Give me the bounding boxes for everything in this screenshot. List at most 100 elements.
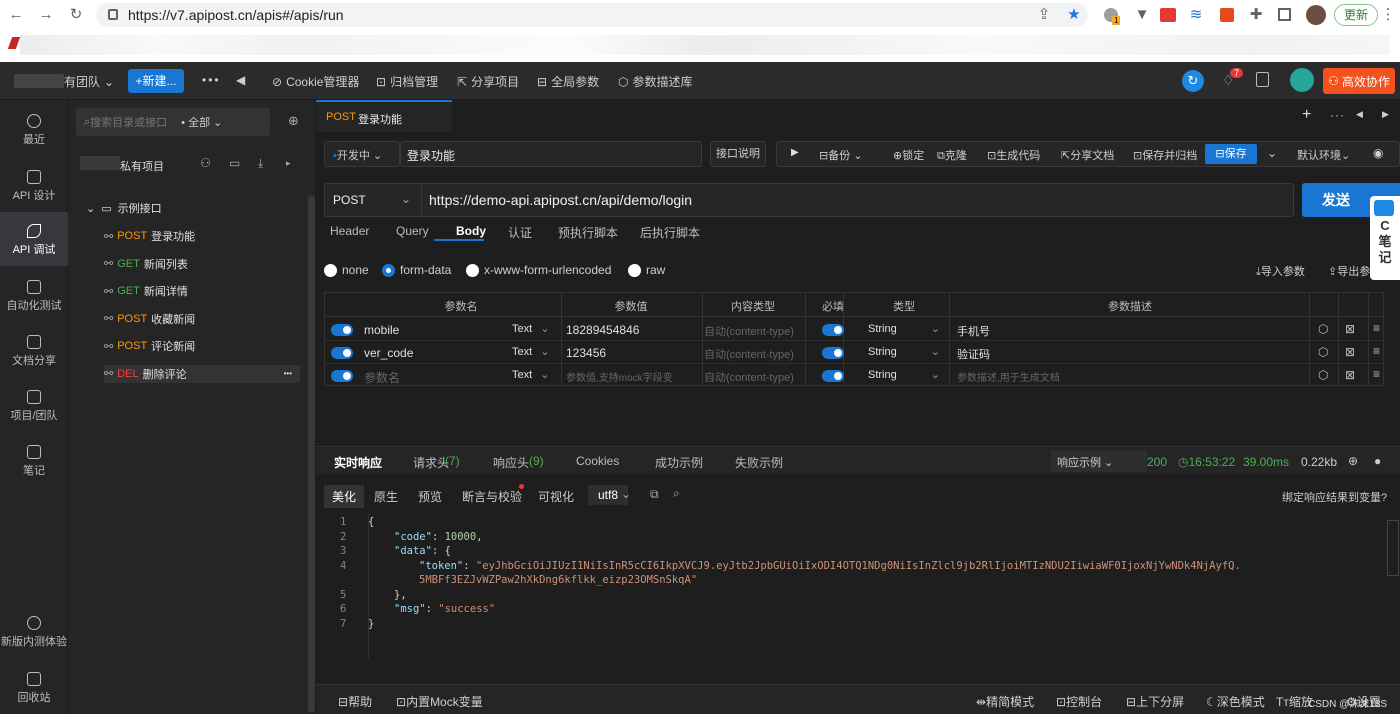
save-button[interactable]: ⊟保存	[1205, 144, 1257, 164]
tree-item[interactable]: ⚯ POST 登录功能	[104, 227, 300, 245]
info-icon[interactable]: ●	[1374, 454, 1381, 468]
reload-icon[interactable]: ↻	[68, 7, 84, 23]
request-tab[interactable]: 后执行脚本	[640, 224, 700, 241]
gen-code-button[interactable]: ⊡生成代码	[987, 147, 1040, 163]
param-name-input[interactable]: 参数名	[364, 369, 400, 386]
status-select[interactable]: •开发中 ⌄	[324, 141, 400, 167]
eye-icon[interactable]: ◉	[1373, 146, 1383, 160]
request-tab[interactable]: 预执行脚本	[558, 224, 618, 241]
response-tab[interactable]: Cookies	[576, 454, 619, 468]
split-button[interactable]: ⊟上下分屏	[1126, 693, 1184, 710]
tab-login[interactable]: POST 登录功能	[316, 100, 452, 132]
search-icon[interactable]: ⌕	[673, 486, 680, 501]
run-icon[interactable]: ▶	[791, 147, 799, 158]
profile-avatar[interactable]	[1306, 5, 1326, 25]
trash-icon[interactable]: ⊠	[1345, 322, 1355, 336]
address-bar[interactable]: https://v7.apipost.cn/apis#/apis/run	[96, 3, 1088, 27]
param-desc-input[interactable]: 验证码	[957, 346, 990, 362]
required-toggle[interactable]	[822, 324, 844, 336]
response-view-tab[interactable]: 原生	[368, 485, 404, 508]
folder-row[interactable]: ⌄ ▭ 示例接口	[86, 200, 162, 216]
field-type-select[interactable]: Text ⌄	[512, 345, 549, 358]
code-scrollbar[interactable]	[1387, 520, 1399, 576]
precise-mode-button[interactable]: ⇹精简模式	[976, 693, 1034, 710]
response-tab[interactable]: 实时响应	[334, 454, 382, 471]
layers-extension-icon[interactable]: ≋	[1188, 7, 1204, 23]
console-button[interactable]: ⊡控制台	[1056, 693, 1102, 710]
param-desc-button[interactable]: ⬡ 参数描述库	[618, 73, 693, 90]
request-tab[interactable]: 认证	[508, 224, 532, 241]
type-select[interactable]: String ⌄	[868, 345, 940, 358]
new-button[interactable]: +新建...	[128, 69, 184, 93]
doc-button[interactable]: 接口说明	[710, 141, 766, 167]
request-tab[interactable]: Body	[456, 224, 486, 238]
filter-select[interactable]: • 全部 ⌄	[181, 114, 222, 130]
type-select[interactable]: String ⌄	[868, 322, 940, 335]
tab-prev-icon[interactable]: ◀	[1356, 109, 1363, 120]
save-archive-button[interactable]: ⊡保存并归档	[1133, 147, 1197, 163]
tree-item[interactable]: ⚯ DEL 删除评论 •••	[104, 364, 300, 383]
cube-icon[interactable]: ⬡	[1318, 345, 1328, 359]
response-tab[interactable]: 成功示例	[655, 454, 703, 471]
request-tab[interactable]: Query	[396, 224, 429, 238]
project-name[interactable]: 私有项目	[120, 158, 164, 174]
mock-button[interactable]: ⊡内置Mock变量	[396, 693, 483, 710]
global-params-button[interactable]: ⊟ 全局参数	[537, 73, 599, 90]
c-extension-icon[interactable]	[1220, 8, 1234, 22]
param-value-input[interactable]: 18289454846	[566, 323, 639, 337]
address-url[interactable]: https://v7.apipost.cn/apis#/apis/run	[128, 7, 344, 23]
param-desc-input[interactable]: 参数描述,用于生成文档	[957, 369, 1060, 384]
response-tab[interactable]: 响应头	[493, 454, 529, 471]
bind-variable-link[interactable]: 绑定响应结果到变量?	[1282, 489, 1387, 505]
add-folder-icon[interactable]: ▭	[229, 156, 240, 170]
tree-item[interactable]: ⚯ GET 新闻详情	[104, 282, 300, 300]
content-type-input[interactable]: 自动(content-type)	[704, 369, 794, 385]
fe-extension-icon[interactable]	[1160, 8, 1176, 22]
help-button[interactable]: ⊟帮助	[338, 693, 372, 710]
share-icon[interactable]: ⇪	[1036, 7, 1052, 23]
dark-mode-button[interactable]: ☾深色模式	[1206, 693, 1265, 710]
forward-icon[interactable]: →	[38, 7, 54, 23]
tree-item[interactable]: ⚯ POST 评论新闻	[104, 337, 300, 355]
method-select[interactable]: POST	[333, 193, 366, 207]
nav-auto-test[interactable]: 自动化测试	[0, 280, 68, 313]
enable-toggle[interactable]	[331, 370, 353, 382]
more-icon[interactable]: •••	[284, 369, 292, 378]
back-icon[interactable]: ←	[8, 7, 24, 23]
trash-icon[interactable]: ⊠	[1345, 345, 1355, 359]
bookmark-star-icon[interactable]: ★	[1066, 7, 1082, 23]
response-tab[interactable]: 请求头	[413, 454, 449, 471]
import-icon[interactable]: ⤓	[258, 156, 263, 171]
param-value-input[interactable]: 123456	[566, 346, 606, 360]
enable-toggle[interactable]	[331, 347, 353, 359]
tab-next-icon[interactable]: ▶	[1382, 109, 1389, 120]
body-type-radio[interactable]: x-www-form-urlencoded	[466, 263, 611, 277]
request-tab[interactable]: Header	[330, 224, 369, 238]
import-params-button[interactable]: ⤓导入参数	[1256, 263, 1305, 279]
nav-doc-share[interactable]: 文档分享	[0, 335, 68, 368]
content-type-input[interactable]: 自动(content-type)	[704, 323, 794, 339]
bookmark-favicon[interactable]	[7, 37, 21, 49]
team-selector[interactable]: 有团队 ⌄	[64, 73, 114, 90]
response-tab[interactable]: 失败示例	[735, 454, 783, 471]
tree-scrollbar[interactable]	[308, 196, 315, 712]
body-type-radio[interactable]: raw	[628, 263, 665, 277]
lock-button[interactable]: ⊕锁定	[893, 147, 924, 163]
required-toggle[interactable]	[822, 370, 844, 382]
response-view-tab[interactable]: 美化	[324, 485, 365, 508]
collab-button[interactable]: ⚇ 高效协作	[1323, 68, 1395, 94]
tree-search[interactable]: ⌕ 搜索目录或接口 • 全部 ⌄	[76, 108, 270, 136]
required-toggle[interactable]	[822, 347, 844, 359]
expand-icon[interactable]: ▸	[286, 158, 291, 169]
user-avatar[interactable]	[1290, 68, 1314, 92]
cube-icon[interactable]: ⬡	[1318, 368, 1328, 382]
sidepanel-icon[interactable]	[1278, 8, 1291, 21]
body-type-radio[interactable]: form-data	[382, 263, 451, 277]
menu-icon[interactable]: ≡	[1373, 321, 1380, 335]
export-params-button[interactable]: ⇪导出参	[1328, 263, 1370, 279]
api-name-input[interactable]: 登录功能	[400, 141, 702, 167]
add-tab-icon[interactable]: +	[1302, 106, 1311, 124]
nav-recent[interactable]: 最近	[0, 114, 68, 147]
share-project-button[interactable]: ⇱ 分享项目	[457, 73, 519, 90]
cookie-manager-button[interactable]: ⊘ Cookie管理器	[272, 73, 359, 90]
